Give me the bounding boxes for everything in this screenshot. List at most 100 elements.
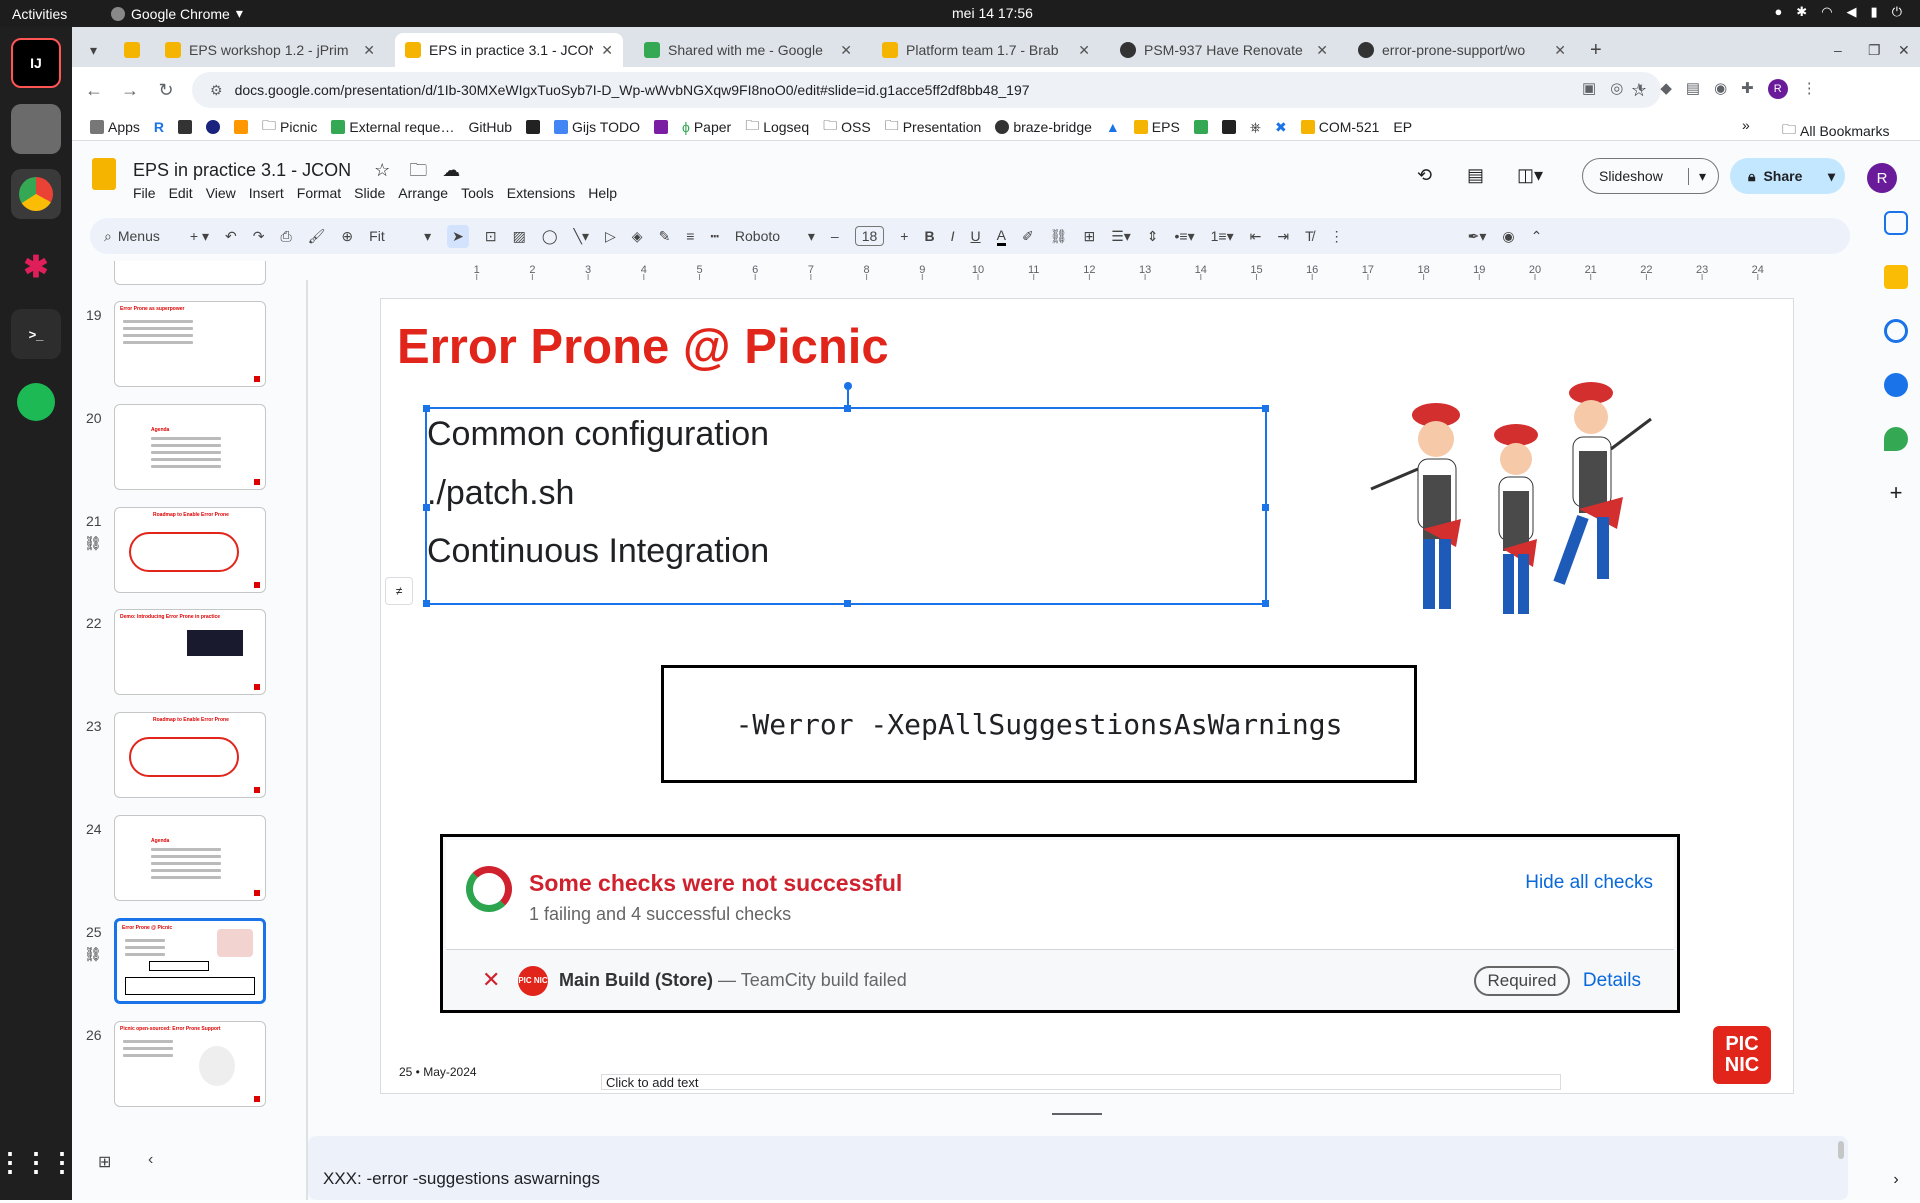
clear-formatting-icon[interactable]: T̸ xyxy=(1305,228,1314,244)
bookmark-item[interactable]: ▲ xyxy=(1106,119,1120,135)
slideshow-button[interactable]: Slideshow ▾ xyxy=(1582,158,1719,194)
extension-icon[interactable]: ◐ xyxy=(1637,79,1646,99)
bookmark-apps[interactable]: Apps xyxy=(90,119,140,135)
activities-button[interactable]: Activities xyxy=(12,6,97,22)
kebab-menu-icon[interactable]: ⋮ xyxy=(1802,79,1817,99)
intellij-icon[interactable]: IJ xyxy=(11,38,61,88)
fill-color-icon[interactable]: ◈ xyxy=(632,228,643,245)
slide-footer[interactable]: 25 • May-2024 xyxy=(399,1065,477,1079)
bookmark-r[interactable]: R xyxy=(154,119,164,135)
menu-search[interactable]: ⌕ Menus xyxy=(104,228,160,245)
star-icon[interactable]: ☆ xyxy=(374,160,390,180)
increase-indent-icon[interactable]: ⇥ xyxy=(1277,228,1289,245)
bulleted-list-icon[interactable]: •≡▾ xyxy=(1175,228,1195,245)
highlight-icon[interactable]: ✐ xyxy=(1022,228,1034,245)
tab-search-button[interactable]: ▾ xyxy=(80,33,110,67)
close-icon[interactable]: ✕ xyxy=(363,42,375,59)
filmstrip-item[interactable]: 22 Demo: Introducing Error Prone in pract… xyxy=(72,609,272,701)
slide-thumbnail[interactable] xyxy=(114,261,266,285)
selected-text-box[interactable]: Common configuration ./patch.sh Continuo… xyxy=(423,382,1269,607)
more-icon[interactable]: ⋮ xyxy=(1330,228,1344,245)
extension-icon[interactable]: ◎ xyxy=(1610,79,1623,99)
bookmark-com-521[interactable]: COM-521 xyxy=(1300,119,1379,135)
bookmark-item[interactable] xyxy=(653,120,668,134)
filmstrip-item[interactable]: 20 Agenda xyxy=(72,404,272,496)
slide-title[interactable]: Error Prone @ Picnic xyxy=(397,319,889,375)
notes-resize-handle[interactable] xyxy=(1052,1113,1102,1115)
terminal-icon[interactable]: >_ xyxy=(11,309,61,359)
bullet-item[interactable]: ./patch.sh xyxy=(427,474,574,513)
close-icon[interactable]: ✕ xyxy=(1316,42,1328,59)
line-spacing-icon[interactable]: ⇕ xyxy=(1147,228,1159,245)
slide-thumbnail[interactable]: Roadmap to Enable Error Prone xyxy=(114,712,266,798)
collapse-icon[interactable]: ⌃ xyxy=(1531,228,1543,245)
tab-psm-937[interactable]: PSM-937 Have Renovate ✕ xyxy=(1110,33,1338,67)
shape-icon[interactable]: ◯ xyxy=(542,228,558,245)
menu-arrange[interactable]: Arrange xyxy=(398,185,448,201)
meet-icon[interactable]: ◫▾ xyxy=(1517,165,1543,186)
avatar[interactable]: R xyxy=(1867,163,1897,193)
bookmark-paper[interactable]: ϕ Paper xyxy=(682,119,731,135)
chrome-dock-icon[interactable] xyxy=(11,169,61,219)
notes-scrollbar[interactable] xyxy=(1838,1141,1844,1159)
image-icon[interactable]: ▨ xyxy=(513,228,526,245)
font-size-input[interactable]: 18 xyxy=(854,226,885,246)
close-icon[interactable]: ✕ xyxy=(1554,42,1566,59)
extension-icon[interactable]: ▣ xyxy=(1582,79,1596,99)
bullet-item[interactable]: Continuous Integration xyxy=(427,532,769,571)
italic-icon[interactable]: I xyxy=(951,228,955,244)
menu-view[interactable]: View xyxy=(206,185,236,201)
menu-help[interactable]: Help xyxy=(588,185,617,201)
menu-slide[interactable]: Slide xyxy=(354,185,385,201)
tab-eps-workshop[interactable]: EPS workshop 1.2 - jPrim ✕ xyxy=(155,33,385,67)
spotify-icon[interactable] xyxy=(11,377,61,427)
power-icon[interactable]: ⏻ xyxy=(1892,4,1902,20)
menu-extensions[interactable]: Extensions xyxy=(507,185,575,201)
resize-handle[interactable] xyxy=(423,405,430,412)
resize-handle[interactable] xyxy=(1262,405,1269,412)
grid-view-icon[interactable]: ⊞ xyxy=(98,1152,111,1172)
slide-thumbnail[interactable]: Error Prone as superpower xyxy=(114,301,266,387)
filmstrip-item[interactable]: 26 Picnic open-sourced: Error Prone Suppo… xyxy=(72,1021,272,1113)
show-apps-icon[interactable]: ⋮⋮⋮ xyxy=(0,1137,75,1187)
select-tool-icon[interactable]: ➤ xyxy=(447,224,469,248)
bullet-item[interactable]: Common configuration xyxy=(427,415,769,454)
app-menu[interactable]: Google Chrome ▾ xyxy=(111,5,243,22)
profile-icon[interactable]: R xyxy=(1767,79,1788,99)
menu-insert[interactable]: Insert xyxy=(249,185,284,201)
new-tab-button[interactable]: + xyxy=(1580,33,1610,67)
toggle-autofit-icon[interactable]: ≠ xyxy=(385,577,413,605)
decrease-indent-icon[interactable]: ⇤ xyxy=(1250,228,1262,245)
bookmark-item[interactable] xyxy=(178,120,193,134)
tasks-icon[interactable] xyxy=(1884,319,1908,343)
border-color-icon[interactable]: ✎ xyxy=(659,228,671,245)
menu-tools[interactable]: Tools xyxy=(461,185,494,201)
bookmark-item[interactable]: ✖ xyxy=(1275,119,1287,136)
speaker-notes[interactable]: XXX: -error -suggestions aswarnings xyxy=(308,1136,1848,1200)
extension-icon[interactable]: ◉ xyxy=(1714,79,1727,99)
filmstrip-item[interactable]: 19 Error Prone as superpower xyxy=(72,301,272,393)
menu-edit[interactable]: Edit xyxy=(169,185,193,201)
filmstrip-partial[interactable] xyxy=(72,261,272,291)
slides-logo[interactable] xyxy=(92,158,116,190)
slide-thumbnail[interactable]: Agenda xyxy=(114,404,266,490)
extension-icon[interactable]: ◆ xyxy=(1660,79,1672,99)
bookmark-item[interactable] xyxy=(1221,120,1236,134)
calendar-icon[interactable] xyxy=(1884,211,1908,235)
filmstrip-item[interactable]: 21 ⛓ Roadmap to Enable Error Prone xyxy=(72,507,272,599)
resize-handle[interactable] xyxy=(1262,504,1269,511)
font-select[interactable]: Roboto ▾ xyxy=(735,228,815,245)
keep-icon[interactable] xyxy=(1884,265,1908,289)
filmstrip-item-selected[interactable]: 25 ⛓ Error Prone @ Picnic xyxy=(72,918,272,1010)
slack-tray-icon[interactable]: ✱ xyxy=(1796,4,1807,20)
slide-canvas[interactable]: Error Prone @ Picnic Common configuratio… xyxy=(380,298,1794,1094)
close-window-button[interactable]: ✕ xyxy=(1888,33,1918,67)
files-icon[interactable] xyxy=(11,104,61,154)
bookmark-ep[interactable]: EP xyxy=(1393,119,1412,135)
tab-error-prone-support[interactable]: error-prone-support/wo ✕ xyxy=(1348,33,1576,67)
history-icon[interactable]: ⟲ xyxy=(1417,165,1432,186)
filmstrip-item[interactable]: 24 Agenda xyxy=(72,815,272,907)
chevron-down-icon[interactable]: ▾ xyxy=(1828,168,1835,185)
paint-format-icon[interactable]: 🖌︎ xyxy=(308,228,326,245)
chrome-tray-icon[interactable]: ● xyxy=(1774,4,1782,20)
